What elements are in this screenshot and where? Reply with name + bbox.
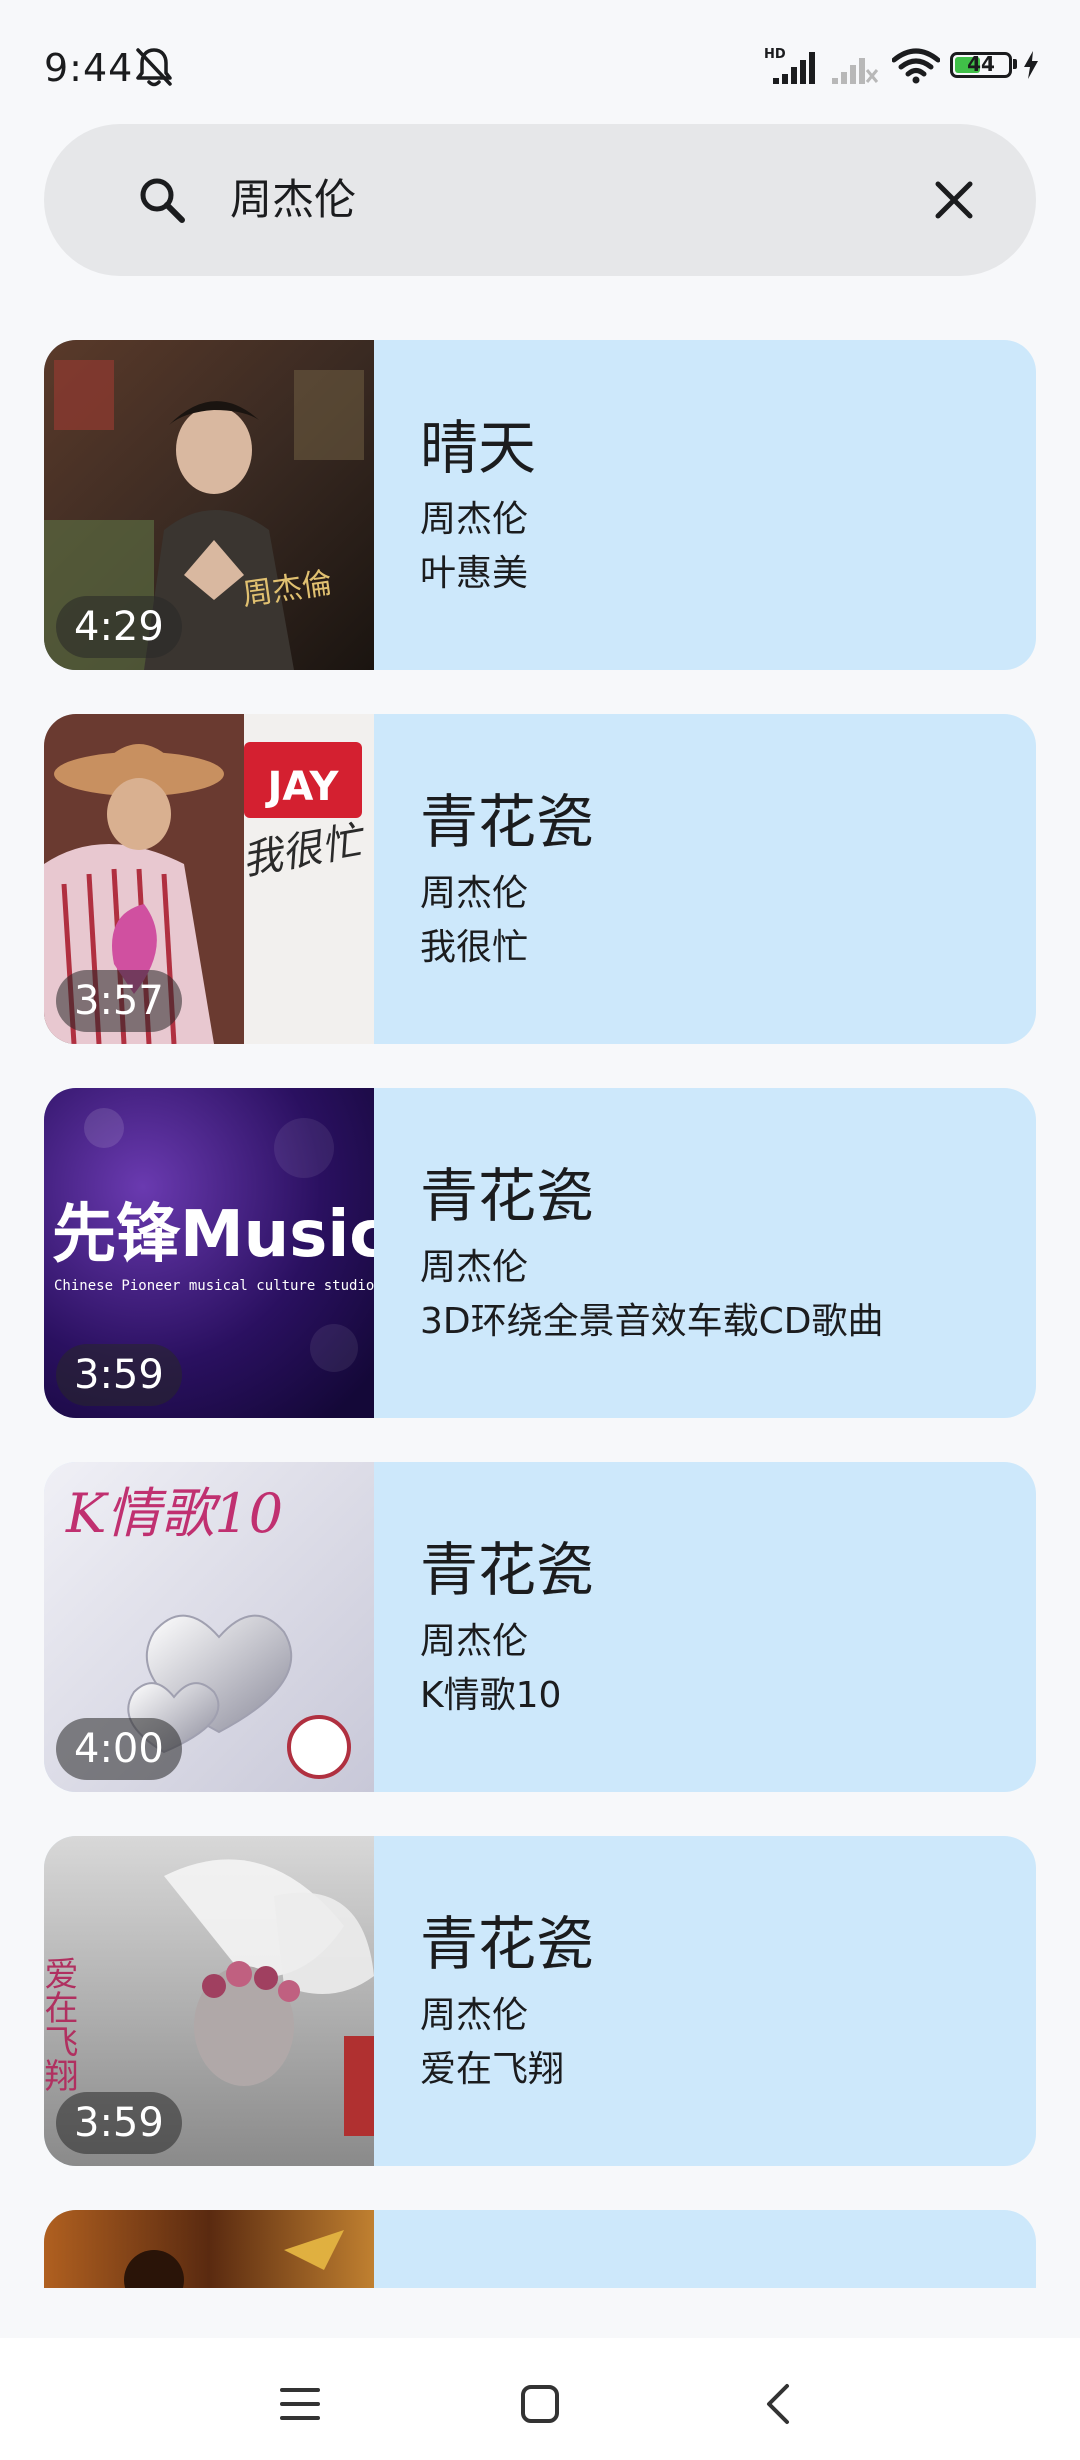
song-result-card[interactable]: 爱在飞翔 3:59 青花瓷 周杰伦 爱在飞翔 [44, 1836, 1036, 2166]
duration-badge: 3:59 [56, 2092, 182, 2154]
signal-icon [832, 58, 879, 84]
song-result-card[interactable]: 先锋Music Chinese Pioneer musical culture … [44, 1088, 1036, 1418]
home-button[interactable] [500, 2364, 580, 2444]
song-artist: 周杰伦 [420, 499, 529, 540]
album-cover: 先锋Music Chinese Pioneer musical culture … [44, 1088, 374, 1418]
duration-badge: 4:00 [56, 1718, 182, 1780]
bell-off-icon [136, 48, 172, 87]
search-bar [44, 124, 1036, 276]
back-icon [767, 2384, 789, 2424]
song-result-card[interactable]: K情歌10 4:00 青花瓷 周杰伦 K情歌10 [44, 1462, 1036, 1792]
song-artist: 周杰伦 [420, 1995, 529, 2036]
cover-title: 爱在飞翔 [44, 1956, 78, 2092]
clear-search-button[interactable] [920, 166, 988, 234]
album-cover: JAY 我很忙 3:57 [44, 714, 374, 1044]
song-result-card[interactable]: JAY 我很忙 3:57 青花瓷 周杰伦 我很忙 [44, 714, 1036, 1044]
song-album: K情歌10 [420, 1675, 562, 1716]
menu-icon [280, 2388, 320, 2420]
song-title: 青花瓷 [420, 788, 595, 856]
charging-icon [1024, 51, 1038, 79]
cover-logo: JAY [265, 764, 340, 810]
album-cover: 周杰倫 4:29 [44, 340, 374, 670]
home-icon [521, 2385, 559, 2423]
signal-hd-icon: HD [764, 47, 815, 84]
album-cover [44, 2210, 374, 2288]
network-label: HD [764, 47, 786, 62]
album-cover-image [44, 2210, 374, 2288]
song-album: 3D环绕全景音效车载CD歌曲 [420, 1301, 884, 1342]
song-title: 晴天 [420, 414, 537, 482]
search-results-list[interactable]: 周杰倫 4:29 晴天 周杰伦 叶惠美 JAY 我很忙 3:57 青花瓷 周杰伦… [0, 340, 1080, 2288]
back-button[interactable] [740, 2364, 820, 2444]
wifi-icon [892, 48, 940, 84]
duration-badge: 3:57 [56, 970, 182, 1032]
status-time: 9:44 [44, 46, 134, 90]
battery-icon: 44 [950, 52, 1012, 78]
song-title: 青花瓷 [420, 1536, 595, 1604]
song-artist: 周杰伦 [420, 1621, 529, 1662]
duration-badge: 3:59 [56, 1344, 182, 1406]
battery-tip [1013, 59, 1017, 69]
song-artist: 周杰伦 [420, 1247, 529, 1288]
search-icon [140, 178, 185, 223]
song-album: 爱在飞翔 [420, 2049, 565, 2090]
song-title: 青花瓷 [420, 1910, 595, 1978]
song-album: 我很忙 [420, 927, 529, 968]
song-album: 叶惠美 [420, 553, 529, 594]
menu-button[interactable] [260, 2364, 340, 2444]
close-icon [935, 181, 973, 219]
song-artist: 周杰伦 [420, 873, 529, 914]
duration-badge: 4:29 [56, 596, 182, 658]
song-title: 青花瓷 [420, 1162, 595, 1230]
navigation-bar [0, 2338, 1080, 2460]
album-cover: K情歌10 4:00 [44, 1462, 374, 1792]
status-bar: 9:44 HD 44 [0, 0, 1080, 120]
cover-title: K情歌10 [65, 1482, 283, 1545]
cover-subtitle: Chinese Pioneer musical culture studio [54, 1278, 374, 1294]
search-input[interactable] [230, 164, 870, 236]
battery-level: 44 [967, 52, 995, 76]
song-result-card[interactable]: 周杰倫 4:29 晴天 周杰伦 叶惠美 [44, 340, 1036, 670]
cover-title: 先锋Music [52, 1198, 374, 1272]
song-result-card[interactable] [44, 2210, 1036, 2288]
album-cover: 爱在飞翔 3:59 [44, 1836, 374, 2166]
